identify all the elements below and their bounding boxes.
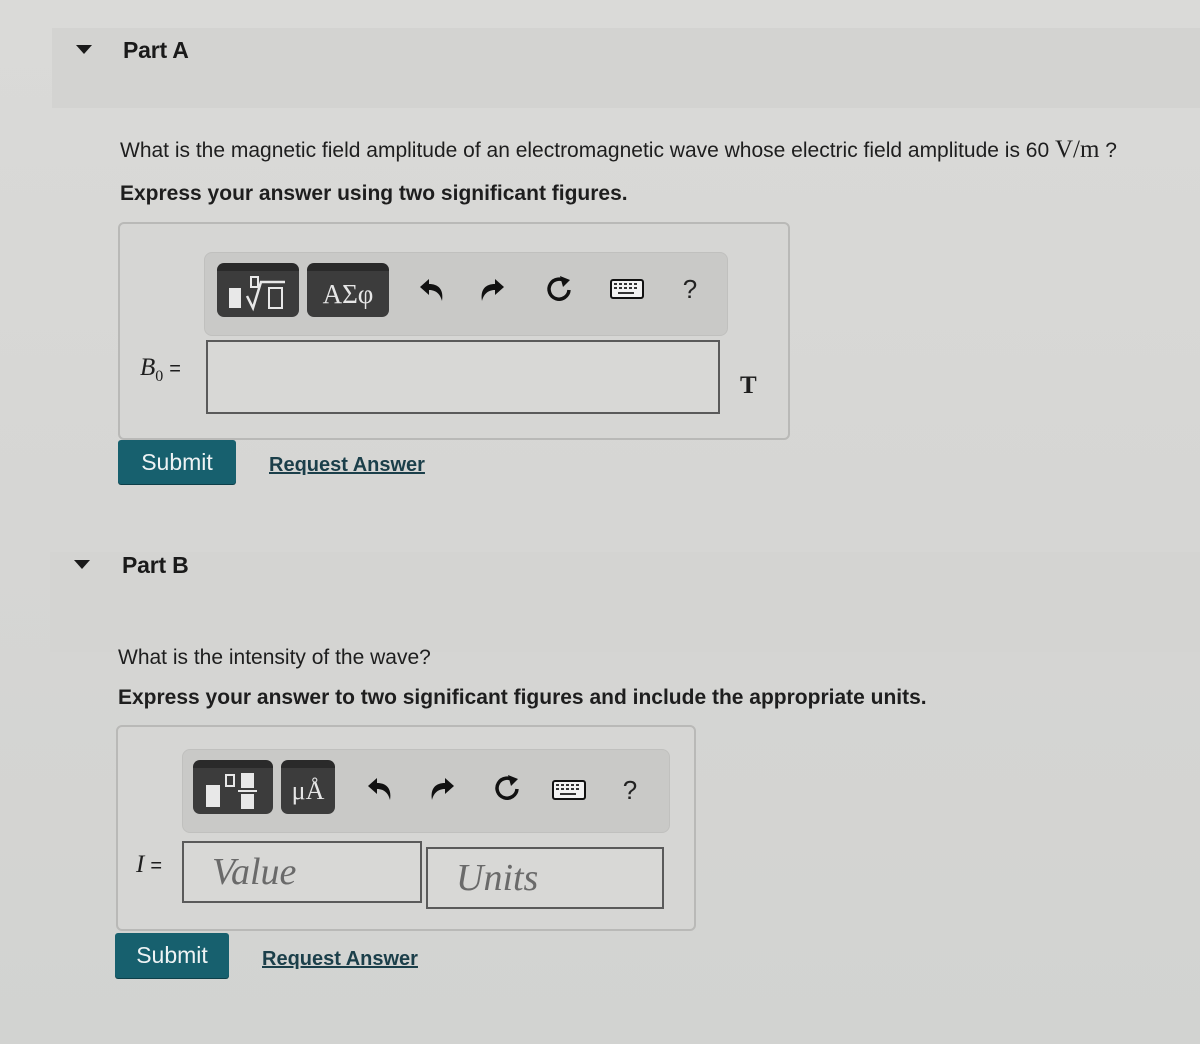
help-button[interactable]: ? <box>615 772 645 808</box>
part-a-header[interactable]: Part A <box>52 28 1200 108</box>
part-b-request-answer-link[interactable]: Request Answer <box>262 948 418 971</box>
redo-icon <box>481 279 504 301</box>
templates-sqrt-icon <box>229 276 285 312</box>
part-b-title: Part B <box>122 552 189 578</box>
help-button[interactable]: ? <box>675 271 705 307</box>
keyboard-button[interactable] <box>609 275 645 303</box>
part-b-answer-box: μÅ ? I = Value Units <box>116 725 696 931</box>
reset-button[interactable] <box>489 770 525 806</box>
part-b-submit-button[interactable]: Submit <box>115 933 229 978</box>
redo-button[interactable] <box>475 273 509 307</box>
keyboard-icon <box>552 780 586 800</box>
keyboard-button[interactable] <box>551 776 587 804</box>
templates-fraction-icon <box>206 773 257 809</box>
question-unit: V/m <box>1054 136 1100 163</box>
part-b-instruction: Express your answer to two significant f… <box>118 686 927 709</box>
units-button[interactable]: μÅ <box>281 760 335 814</box>
templates-button[interactable] <box>217 263 299 317</box>
undo-icon <box>420 279 443 301</box>
collapse-caret-icon[interactable] <box>76 45 92 54</box>
undo-icon <box>368 778 391 800</box>
part-a-math-toolbar: ΑΣφ ? <box>204 252 728 336</box>
part-a-instruction: Express your answer using two significan… <box>120 182 628 205</box>
part-b-question: What is the intensity of the wave? <box>118 646 431 669</box>
part-a-unit-label: T <box>740 372 757 399</box>
reset-button[interactable] <box>541 271 577 307</box>
part-b-variable-label: I = <box>136 851 163 878</box>
reset-icon <box>547 276 571 301</box>
keyboard-icon <box>610 279 644 299</box>
part-a-question: What is the magnetic field amplitude of … <box>120 136 1117 163</box>
part-b-header[interactable]: Part B <box>50 552 1200 652</box>
redo-icon <box>431 778 454 800</box>
undo-button[interactable] <box>415 273 449 307</box>
templates-button[interactable] <box>193 760 273 814</box>
part-a-request-answer-link[interactable]: Request Answer <box>269 454 425 477</box>
part-a-variable-label: B0 = <box>140 354 181 385</box>
part-a-title: Part A <box>123 37 189 63</box>
b0-answer-input[interactable] <box>206 340 720 414</box>
undo-button[interactable] <box>363 772 397 806</box>
intensity-value-input[interactable]: Value <box>182 841 422 903</box>
redo-button[interactable] <box>425 772 459 806</box>
part-a-answer-box: ΑΣφ ? B0 = T <box>118 222 790 440</box>
part-a-submit-button[interactable]: Submit <box>118 440 236 484</box>
intensity-units-input[interactable]: Units <box>426 847 664 909</box>
part-b-math-toolbar: μÅ ? <box>182 749 670 833</box>
reset-icon <box>495 775 519 800</box>
collapse-caret-icon[interactable] <box>74 560 90 569</box>
greek-symbols-button[interactable]: ΑΣφ <box>307 263 389 317</box>
